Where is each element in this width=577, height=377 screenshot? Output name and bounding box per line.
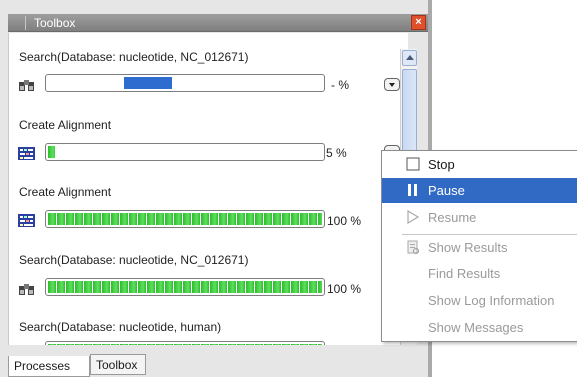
process-title: Search(Database: nucleotide, NC_012671) <box>19 50 249 64</box>
toolbox-titlebar[interactable]: Toolbox × <box>8 14 428 32</box>
binoculars-icon <box>18 341 35 345</box>
menu-item-resume[interactable]: Resume <box>382 205 577 230</box>
menu-item-pause[interactable]: Pause <box>382 178 577 203</box>
process-title: Create Alignment <box>19 185 112 199</box>
menu-item-show-results[interactable]: Show Results <box>382 235 577 260</box>
bottom-tabs: Processes Toolbox <box>8 354 428 377</box>
scroll-up-icon[interactable] <box>402 50 417 66</box>
progress-bar-fill <box>48 146 55 158</box>
menu-item-label: Find Results <box>428 266 501 281</box>
show-results-icon <box>407 240 419 254</box>
progress-bar <box>45 278 325 296</box>
alignment-icon <box>18 147 35 160</box>
progress-bar <box>45 74 325 92</box>
progress-percent: 100 % <box>327 282 362 296</box>
process-title: Search(Database: nucleotide, human) <box>19 320 222 334</box>
process-title: Search(Database: nucleotide, NC_012671) <box>19 253 249 267</box>
menu-item-label: Resume <box>428 210 477 225</box>
alignment-icon <box>18 214 35 227</box>
menu-item-label: Pause <box>428 183 465 198</box>
progress-bar <box>45 143 325 161</box>
resume-icon <box>407 210 420 224</box>
progress-bar-fill <box>48 344 322 345</box>
menu-item-label: Stop <box>428 157 455 172</box>
progress-bar-fill <box>48 281 322 293</box>
menu-item-label: Show Log Information <box>428 293 555 308</box>
progress-bar <box>45 341 325 345</box>
menu-item-show-messages[interactable]: Show Messages <box>382 315 577 340</box>
menu-item-show-log-information[interactable]: Show Log Information <box>382 288 577 313</box>
tab-processes[interactable]: Processes <box>8 356 90 377</box>
binoculars-icon <box>19 80 34 91</box>
toolbox-panel: Toolbox × Search(Database: nucleotide, N… <box>0 0 428 377</box>
progress-percent: 100 % <box>327 214 362 228</box>
drag-grip-icon[interactable] <box>12 16 26 30</box>
progress-percent: 5 % <box>326 146 347 160</box>
context-menu: Stop Pause Resume Show Results Find Resu… <box>381 150 577 342</box>
pause-icon <box>408 184 417 196</box>
progress-bar-fill <box>124 77 172 89</box>
menu-item-stop[interactable]: Stop <box>382 152 577 177</box>
process-menu-button[interactable] <box>384 78 400 91</box>
process-title: Create Alignment <box>19 118 112 132</box>
menu-item-label: Show Results <box>428 240 508 255</box>
binoculars-icon <box>19 284 34 295</box>
tab-toolbox[interactable]: Toolbox <box>90 354 146 375</box>
menu-item-find-results[interactable]: Find Results <box>382 261 577 286</box>
toolbox-title: Toolbox <box>34 16 76 30</box>
process-list: Search(Database: nucleotide, NC_012671) … <box>8 33 408 345</box>
progress-bar <box>45 210 325 228</box>
close-icon[interactable]: × <box>411 15 426 30</box>
progress-bar-fill <box>48 213 322 225</box>
progress-percent: - % <box>331 78 349 92</box>
stop-icon <box>406 157 420 171</box>
menu-item-label: Show Messages <box>428 320 524 335</box>
